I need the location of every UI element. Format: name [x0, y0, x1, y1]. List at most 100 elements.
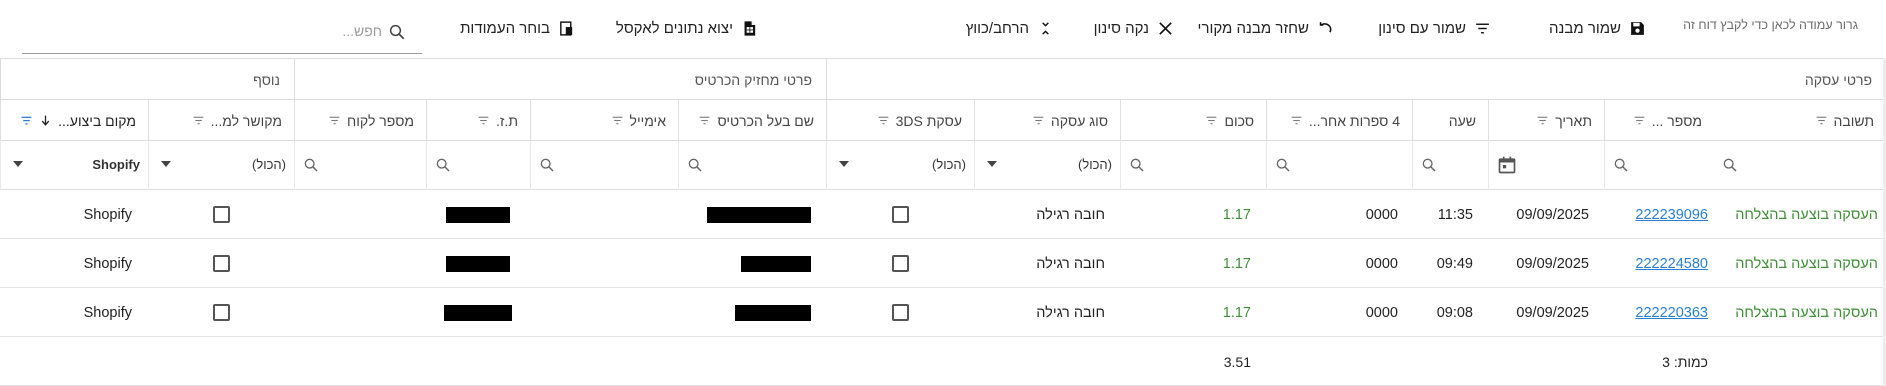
- redacted-block: [707, 206, 811, 223]
- cell-cardholder-name: [678, 190, 826, 239]
- header-number[interactable]: מספר ...: [1604, 100, 1714, 141]
- transaction-number-link[interactable]: 222239096: [1635, 207, 1708, 223]
- cell-response: העסקה בוצעה בהצלחה: [1735, 255, 1878, 272]
- header-response[interactable]: תשובה: [1714, 100, 1886, 141]
- search-icon: [1723, 158, 1737, 172]
- column-chooser-button[interactable]: בוחר העמודות: [460, 16, 575, 40]
- column-chooser-label: בוחר העמודות: [460, 19, 550, 37]
- linked-checkbox[interactable]: [212, 304, 230, 321]
- filter-icon[interactable]: [611, 114, 624, 127]
- filter-icon[interactable]: [698, 114, 711, 127]
- 3ds-checkbox[interactable]: [891, 206, 909, 223]
- cell-number: 222220363: [1604, 288, 1714, 337]
- cell-id: [426, 288, 530, 337]
- filter-icon[interactable]: [1536, 114, 1549, 127]
- column-group-row: פרטי עסקה פרטי מחזיק הכרטיס נוסף: [0, 59, 1886, 100]
- restore-original-button[interactable]: שחזר מבנה מקורי: [1198, 16, 1334, 40]
- filter-3ds-select[interactable]: (הכול): [826, 141, 974, 190]
- cell-cardholder-name: [678, 288, 826, 337]
- expand-collapse-button[interactable]: הרחב/כווץ: [966, 16, 1054, 40]
- filter-icon[interactable]: [1633, 114, 1646, 127]
- filter-response[interactable]: [1714, 141, 1886, 190]
- export-excel-button[interactable]: יצוא נתונים לאקסל: [616, 16, 758, 40]
- header-time[interactable]: שעה: [1412, 100, 1488, 141]
- filter-icon[interactable]: [1205, 114, 1218, 127]
- undo-icon: [1319, 21, 1332, 33]
- search-input[interactable]: [22, 18, 388, 44]
- cell-execution-place: Shopify: [83, 255, 132, 272]
- filter-deal-type-select[interactable]: (הכול): [974, 141, 1120, 190]
- filter-icon[interactable]: [328, 114, 341, 127]
- filter-last4[interactable]: [1266, 141, 1412, 190]
- search-icon: [1614, 158, 1628, 172]
- cell-email: [530, 190, 678, 239]
- header-id[interactable]: ת.ז.: [426, 100, 530, 141]
- excel-file-icon: [744, 20, 756, 36]
- linked-checkbox[interactable]: [212, 255, 230, 272]
- search-box: [22, 12, 422, 54]
- clear-filter-button[interactable]: נקה סינון: [1094, 16, 1174, 40]
- transaction-number-link[interactable]: 222224580: [1635, 256, 1708, 272]
- cell-execution-place: Shopify: [83, 304, 132, 321]
- table-row[interactable]: העסקה בוצעה בהצלחה 222220363 09/09/2025 …: [0, 288, 1886, 337]
- linked-checkbox[interactable]: [212, 206, 230, 223]
- header-id-label: ת.ז.: [496, 112, 518, 129]
- search-icon: [1422, 158, 1436, 172]
- export-excel-label: יצוא נתונים לאקסל: [615, 19, 733, 37]
- save-layout-label: שמור מבנה: [1549, 19, 1621, 37]
- cell-last4: 0000: [1365, 206, 1398, 223]
- header-3ds[interactable]: עסקת 3DS: [826, 100, 974, 141]
- filter-icon[interactable]: [1032, 114, 1045, 127]
- cell-id: [426, 190, 530, 239]
- filter-cardholder-name[interactable]: [678, 141, 826, 190]
- cell-cardholder-name: [678, 239, 826, 288]
- save-layout-button[interactable]: שמור מבנה: [1549, 16, 1646, 40]
- header-date[interactable]: תאריך: [1488, 100, 1604, 141]
- filter-lines-icon: [1476, 23, 1489, 33]
- search-icon: [1130, 158, 1144, 172]
- table-row[interactable]: העסקה בוצעה בהצלחה 222224580 09/09/2025 …: [0, 239, 1886, 288]
- transaction-number-link[interactable]: 222220363: [1635, 305, 1708, 321]
- filter-linked-value: (הכול): [252, 157, 286, 172]
- filter-id[interactable]: [426, 141, 530, 190]
- calendar-icon[interactable]: [1497, 155, 1517, 175]
- redacted-block: [741, 255, 811, 272]
- header-email[interactable]: אימייל: [530, 100, 678, 141]
- filter-icon[interactable]: [877, 114, 890, 127]
- header-customer-number[interactable]: מספר לקוח: [294, 100, 426, 141]
- cell-amount: 1.17: [1222, 206, 1251, 223]
- redacted-block: [735, 304, 811, 321]
- header-time-label: שעה: [1448, 112, 1476, 129]
- cell-deal-type: חובה רגילה: [1036, 206, 1105, 223]
- 3ds-checkbox[interactable]: [891, 304, 909, 321]
- filter-date[interactable]: [1488, 141, 1604, 190]
- filter-row: (הכול) (הכול) (הכול) Shopify: [0, 141, 1886, 190]
- transactions-grid: פרטי עסקה פרטי מחזיק הכרטיס נוסף תשובה מ…: [0, 58, 1886, 386]
- header-linked[interactable]: מקושר למ...: [148, 100, 294, 141]
- header-last4[interactable]: 4 ספרות אחר...: [1266, 100, 1412, 141]
- filter-icon[interactable]: [192, 114, 205, 127]
- filter-icon[interactable]: [1290, 114, 1303, 127]
- filter-amount[interactable]: [1120, 141, 1266, 190]
- filter-time[interactable]: [1412, 141, 1488, 190]
- table-row[interactable]: העסקה בוצעה בהצלחה 222239096 09/09/2025 …: [0, 190, 1886, 239]
- filter-icon[interactable]: [1815, 114, 1828, 127]
- header-deal-type[interactable]: סוג עסקה: [974, 100, 1120, 141]
- filter-number[interactable]: [1604, 141, 1714, 190]
- filter-linked-select[interactable]: (הכול): [148, 141, 294, 190]
- cell-id: [426, 239, 530, 288]
- header-customer-number-label: מספר לקוח: [347, 112, 414, 129]
- group-transaction-details: פרטי עסקה: [826, 59, 1886, 100]
- header-execution-place[interactable]: מקום ביצוע...: [0, 100, 148, 141]
- filter-email[interactable]: [530, 141, 678, 190]
- filter-icon-active[interactable]: [20, 114, 33, 127]
- header-amount[interactable]: סכום: [1120, 100, 1266, 141]
- header-cardholder-name[interactable]: שם בעל הכרטיס: [678, 100, 826, 141]
- filter-customer-number[interactable]: [294, 141, 426, 190]
- save-with-filter-button[interactable]: שמור עם סינון: [1378, 16, 1491, 40]
- header-date-label: תאריך: [1555, 112, 1592, 129]
- 3ds-checkbox[interactable]: [891, 255, 909, 272]
- filter-execution-place-select[interactable]: Shopify: [0, 141, 148, 190]
- filter-icon[interactable]: [477, 114, 490, 127]
- cell-customer-number: [294, 190, 426, 239]
